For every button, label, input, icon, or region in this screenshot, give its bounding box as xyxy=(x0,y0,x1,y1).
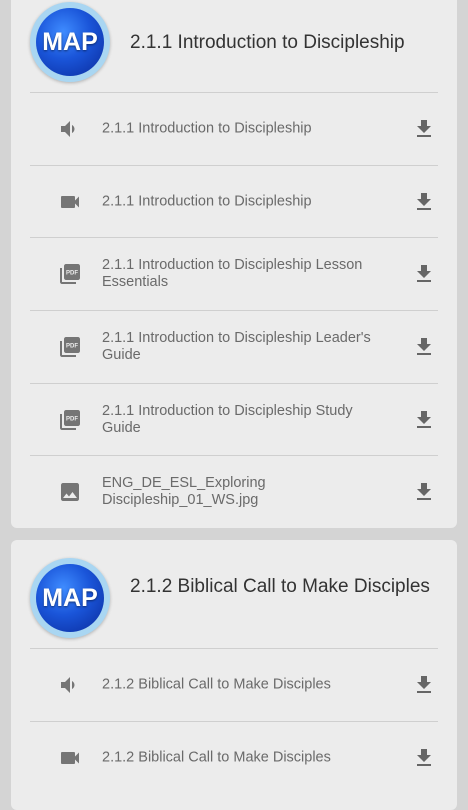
video-icon xyxy=(61,196,79,208)
resource-row[interactable]: PDF 2.1.1 Introduction to Discipleship L… xyxy=(30,310,438,383)
lesson-title: 2.1.1 Introduction to Discipleship xyxy=(130,32,405,53)
download-icon[interactable] xyxy=(412,335,436,359)
resource-label: 2.1.2 Biblical Call to Make Disciples xyxy=(102,676,331,693)
resource-label: 2.1.1 Introduction to Discipleship Study… xyxy=(102,403,353,436)
resource-label: 2.1.1 Introduction to Discipleship Lesso… xyxy=(102,257,363,290)
map-logo: MAP xyxy=(30,2,110,82)
download-icon[interactable] xyxy=(412,480,436,504)
svg-text:PDF: PDF xyxy=(66,416,78,422)
logo-text: MAP xyxy=(42,583,98,612)
resource-row[interactable]: PDF 2.1.1 Introduction to Discipleship L… xyxy=(30,237,438,310)
audio-icon xyxy=(61,677,75,693)
map-logo: MAP xyxy=(30,558,110,638)
pdf-icon: PDF xyxy=(60,264,80,284)
resource-row[interactable]: 2.1.2 Biblical Call to Make Disciples xyxy=(30,721,438,794)
resource-row[interactable]: 2.1.1 Introduction to Discipleship xyxy=(30,165,438,238)
download-icon[interactable] xyxy=(412,673,436,697)
pdf-icon: PDF xyxy=(60,337,80,357)
resource-row[interactable]: PDF 2.1.1 Introduction to Discipleship S… xyxy=(30,383,438,456)
image-icon xyxy=(61,483,79,501)
download-icon[interactable] xyxy=(412,262,436,286)
resource-label: ENG_DE_ESL_Exploring Discipleship_01_WS.… xyxy=(102,475,266,508)
download-icon[interactable] xyxy=(412,408,436,432)
download-icon[interactable] xyxy=(412,117,436,141)
lesson-header: MAP 2.1.1 Introduction to Discipleship xyxy=(11,0,457,92)
resource-row[interactable]: 2.1.1 Introduction to Discipleship xyxy=(30,92,438,165)
logo-text: MAP xyxy=(42,27,98,56)
audio-icon xyxy=(61,121,75,137)
lesson-card: MAP 2.1.2 Biblical Call to Make Disciple… xyxy=(11,540,457,810)
resource-label: 2.1.1 Introduction to Discipleship xyxy=(102,193,312,210)
svg-text:PDF: PDF xyxy=(66,270,78,276)
svg-text:PDF: PDF xyxy=(66,343,78,349)
lesson-title: 2.1.2 Biblical Call to Make Disciples xyxy=(130,576,430,597)
lesson-card: MAP 2.1.1 Introduction to Discipleship 2… xyxy=(11,0,457,528)
lesson-header: MAP 2.1.2 Biblical Call to Make Disciple… xyxy=(11,540,457,648)
download-icon[interactable] xyxy=(412,746,436,770)
resource-row[interactable]: 2.1.2 Biblical Call to Make Disciples xyxy=(30,648,438,721)
resource-label: 2.1.1 Introduction to Discipleship xyxy=(102,120,312,137)
video-icon xyxy=(61,752,79,764)
resource-label: 2.1.2 Biblical Call to Make Disciples xyxy=(102,749,331,766)
download-icon[interactable] xyxy=(412,190,436,214)
pdf-icon: PDF xyxy=(60,410,80,430)
resource-label: 2.1.1 Introduction to Discipleship Leade… xyxy=(102,330,371,363)
resource-row[interactable]: ENG_DE_ESL_Exploring Discipleship_01_WS.… xyxy=(30,455,438,528)
